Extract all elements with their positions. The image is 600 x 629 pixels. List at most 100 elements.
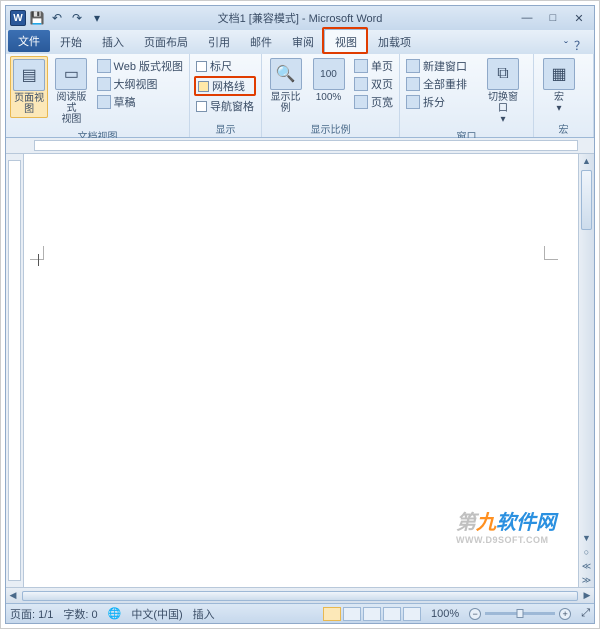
outline-button[interactable]: 大纲视图: [95, 76, 185, 92]
close-button[interactable]: ✕: [570, 11, 588, 25]
word-app-icon: W: [10, 10, 26, 26]
zoom-slider-knob[interactable]: [517, 609, 524, 618]
undo-icon[interactable]: ↶: [48, 9, 66, 27]
zoom-100-button[interactable]: 100 100%: [309, 56, 348, 105]
status-bar: 页面: 1/1 字数: 0 🌐 中文(中国) 插入 100% − + ⤢: [6, 603, 594, 623]
ribbon-minimize-icon[interactable]: ˇ: [564, 39, 568, 53]
zoom-slider-group: − +: [469, 608, 571, 620]
reading-layout-icon: ▭: [55, 58, 87, 90]
page-width-button[interactable]: 页宽: [352, 94, 395, 110]
status-language[interactable]: 中文(中国): [131, 606, 182, 622]
tab-references[interactable]: 引用: [198, 30, 240, 54]
browse-object-icon[interactable]: ○: [579, 545, 594, 559]
reading-layout-label: 阅读版式视图: [54, 92, 88, 125]
zoom-in-button[interactable]: +: [559, 608, 571, 620]
status-insert-mode[interactable]: 插入: [193, 606, 215, 622]
tab-insert[interactable]: 插入: [92, 30, 134, 54]
save-icon[interactable]: 💾: [28, 9, 46, 27]
gridlines-checkbox[interactable]: 网格线: [194, 76, 256, 96]
window-controls: — □ ✕: [518, 11, 594, 25]
status-page[interactable]: 页面: 1/1: [10, 606, 53, 622]
horizontal-ruler[interactable]: [6, 138, 594, 154]
two-page-icon: [354, 77, 368, 91]
nav-pane-checkbox[interactable]: 导航窗格: [194, 98, 256, 114]
ruler-checkbox[interactable]: 标尺: [194, 58, 256, 74]
print-layout-button[interactable]: ▤ 页面视图: [10, 56, 48, 118]
macros-icon: ▦: [543, 58, 575, 90]
draft-button[interactable]: 草稿: [95, 94, 185, 110]
tab-file[interactable]: 文件: [8, 30, 50, 52]
tab-page-layout[interactable]: 页面布局: [134, 30, 198, 54]
zoom-100-icon: 100: [313, 58, 345, 90]
margin-corner-tr: [544, 246, 558, 260]
print-layout-label: 页面视图: [13, 93, 45, 115]
group-label-macros: 宏: [538, 120, 589, 137]
one-page-button[interactable]: 单页: [352, 58, 395, 74]
page-canvas[interactable]: 第九软件网 WWW.D9SOFT.COM: [24, 154, 578, 587]
scroll-down-icon[interactable]: ▼: [579, 531, 594, 545]
zoom-button[interactable]: 🔍 显示比例: [266, 56, 305, 116]
minimize-button[interactable]: —: [518, 11, 536, 25]
horizontal-scrollbar[interactable]: ◀ ▶: [6, 587, 594, 603]
tab-view[interactable]: 视图: [324, 29, 368, 54]
text-cursor: [38, 254, 39, 266]
redo-icon[interactable]: ↷: [68, 9, 86, 27]
split-button[interactable]: 拆分: [404, 94, 469, 110]
ribbon-tabs: 文件 开始 插入 页面布局 引用 邮件 审阅 视图 加载项 ˇ ？: [6, 30, 594, 54]
status-word-count[interactable]: 字数: 0: [63, 606, 97, 622]
scroll-left-icon[interactable]: ◀: [6, 590, 20, 601]
next-page-icon[interactable]: ≫: [579, 573, 594, 587]
new-window-button[interactable]: 新建窗口: [404, 58, 469, 74]
checkbox-icon: [198, 81, 209, 92]
web-layout-icon: [97, 59, 111, 73]
one-page-icon: [354, 59, 368, 73]
arrange-all-button[interactable]: 全部重排: [404, 76, 469, 92]
checkbox-icon: [196, 61, 207, 72]
tab-home[interactable]: 开始: [50, 30, 92, 54]
help-icon[interactable]: ？: [574, 37, 586, 54]
qat-more-icon[interactable]: ▾: [88, 9, 106, 27]
vertical-scrollbar[interactable]: ▲ ▼ ○ ≪ ≫: [578, 154, 594, 587]
scroll-thumb[interactable]: [581, 170, 592, 230]
scroll-up-icon[interactable]: ▲: [579, 154, 594, 168]
reading-layout-button[interactable]: ▭ 阅读版式视图: [52, 56, 90, 127]
switch-windows-button[interactable]: ⧉ 切换窗口▾: [482, 56, 524, 127]
zoom-out-button[interactable]: −: [469, 608, 481, 620]
language-icon[interactable]: 🌐: [108, 607, 122, 620]
group-macros: ▦ 宏▾ 宏: [534, 54, 594, 137]
tab-review[interactable]: 审阅: [282, 30, 324, 54]
maximize-button[interactable]: □: [544, 11, 562, 25]
split-icon: [406, 95, 420, 109]
draft-icon: [97, 95, 111, 109]
view-draft-button[interactable]: [403, 607, 421, 621]
hscroll-thumb[interactable]: [22, 591, 578, 601]
prev-page-icon[interactable]: ≪: [579, 559, 594, 573]
scroll-right-icon[interactable]: ▶: [580, 590, 594, 601]
page[interactable]: 第九软件网 WWW.D9SOFT.COM: [24, 154, 578, 587]
view-print-layout-button[interactable]: [323, 607, 341, 621]
group-label-show: 显示: [194, 120, 257, 137]
switch-windows-icon: ⧉: [487, 58, 519, 90]
view-buttons: [323, 607, 421, 621]
margin-corner-tl: [30, 246, 44, 260]
web-layout-button[interactable]: Web 版式视图: [95, 58, 185, 74]
tab-addins[interactable]: 加载项: [368, 30, 421, 54]
view-web-button[interactable]: [363, 607, 381, 621]
two-page-button[interactable]: 双页: [352, 76, 395, 92]
title-bar: W 💾 ↶ ↷ ▾ 文档1 [兼容模式] - Microsoft Word — …: [6, 6, 594, 30]
macros-button[interactable]: ▦ 宏▾: [538, 56, 580, 116]
zoom-slider[interactable]: [485, 612, 555, 615]
vertical-ruler[interactable]: [6, 154, 24, 587]
view-outline-button[interactable]: [383, 607, 401, 621]
group-label-zoom: 显示比例: [266, 120, 395, 137]
arrange-all-icon: [406, 77, 420, 91]
checkbox-icon: [196, 101, 207, 112]
fullscreen-icon[interactable]: ⤢: [581, 607, 590, 620]
group-zoom: 🔍 显示比例 100 100% 单页 双页 页宽 显示比例: [262, 54, 400, 137]
zoom-percent[interactable]: 100%: [431, 608, 459, 620]
tab-mailings[interactable]: 邮件: [240, 30, 282, 54]
document-area: 第九软件网 WWW.D9SOFT.COM ▲ ▼ ○ ≪ ≫: [6, 154, 594, 587]
view-reading-button[interactable]: [343, 607, 361, 621]
group-show: 标尺 网格线 导航窗格 显示: [190, 54, 262, 137]
quick-access-toolbar: W 💾 ↶ ↷ ▾: [6, 9, 106, 27]
